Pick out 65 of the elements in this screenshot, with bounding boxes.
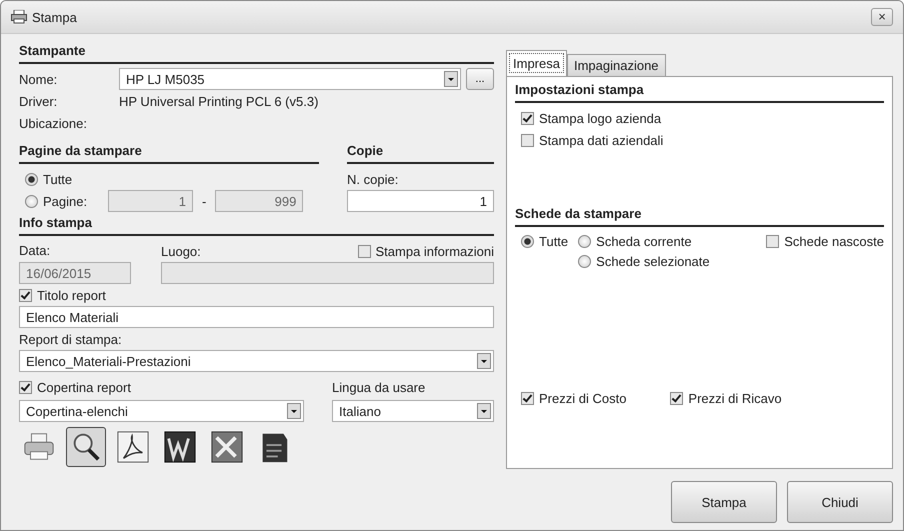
checkbox-label: Stampa dati aziendali xyxy=(539,132,664,148)
range-separator: - xyxy=(201,194,208,208)
radio-label: Pagine: xyxy=(43,194,88,208)
field-label: Data: xyxy=(19,242,52,260)
radio-button[interactable] xyxy=(25,194,38,208)
window-title: Stampa xyxy=(32,10,77,24)
checkbox[interactable] xyxy=(521,392,534,404)
section-heading: Impostazioni stampa xyxy=(515,79,884,103)
copies-field[interactable]: 1 xyxy=(347,190,494,212)
checkbox-label: Titolo report xyxy=(37,288,106,302)
tab[interactable]: Impresa xyxy=(506,50,567,76)
radio-label: Tutte xyxy=(43,172,72,186)
printer-icon xyxy=(11,10,27,24)
field-label: N. copie: xyxy=(347,172,398,186)
radio-button[interactable] xyxy=(578,234,592,248)
checkbox-label: Stampa logo azienda xyxy=(539,110,662,126)
dropdown-value: Copertina-elenchi xyxy=(26,404,129,418)
place-field[interactable] xyxy=(161,262,494,284)
tab[interactable]: Impaginazione xyxy=(566,54,666,76)
section-heading: Info stampa xyxy=(19,212,494,236)
browse-button[interactable]: ... xyxy=(466,68,494,90)
field-label: Ubicazione: xyxy=(19,116,87,130)
magnifier-icon[interactable] xyxy=(66,427,106,467)
radio-label: Tutte xyxy=(539,234,568,248)
dropdown-value: Italiano xyxy=(339,404,382,418)
page-to-field[interactable]: 999 xyxy=(215,190,304,212)
checkbox[interactable] xyxy=(521,134,534,146)
driver-value: HP Universal Printing PCL 6 (v5.3) xyxy=(119,94,318,108)
checkbox-label: Stampa informazioni xyxy=(376,244,494,258)
dialog-button[interactable]: Chiudi xyxy=(787,481,893,523)
dropdown-value: Elenco_Materiali-Prestazioni xyxy=(26,354,192,368)
printer-dropdown[interactable]: HP LJ M5035 xyxy=(119,68,461,90)
dialog-button[interactable]: Stampa xyxy=(671,481,777,523)
checkbox[interactable] xyxy=(766,234,780,248)
radio-label: Schede selezionate xyxy=(596,254,710,268)
field-label: Nome: xyxy=(19,72,58,86)
report-title-field[interactable]: Elenco Materiali xyxy=(19,306,494,328)
section-heading: Stampante xyxy=(19,40,494,64)
section-heading: Pagine da stampare xyxy=(19,140,319,164)
checkbox[interactable] xyxy=(670,392,684,404)
checkbox-label: Prezzi di Ricavo xyxy=(688,390,782,406)
radio-button[interactable] xyxy=(578,254,592,268)
close-button[interactable]: × xyxy=(871,8,893,26)
checkbox[interactable] xyxy=(358,244,370,258)
page-from-field[interactable]: 1 xyxy=(108,190,193,212)
checkbox-label: Copertina report xyxy=(37,380,131,394)
field-label: Luogo: xyxy=(161,244,201,258)
radio-button[interactable] xyxy=(521,234,534,248)
checkbox-label: Schede nascoste xyxy=(784,234,884,248)
report-dropdown[interactable]: Elenco_Materiali-Prestazioni xyxy=(19,350,494,372)
checkbox[interactable] xyxy=(521,112,534,124)
section-heading: Schede da stampare xyxy=(515,203,884,227)
checkbox[interactable] xyxy=(19,288,32,302)
field-label: Report di stampa: xyxy=(19,332,122,346)
section-heading: Copie xyxy=(347,140,494,164)
radio-button[interactable] xyxy=(25,172,38,186)
cover-dropdown[interactable]: Copertina-elenchi xyxy=(19,400,304,422)
checkbox-label: Prezzi di Costo xyxy=(539,390,626,406)
dropdown-value: HP LJ M5035 xyxy=(126,72,206,86)
field-label: Lingua da usare xyxy=(332,380,426,394)
date-field[interactable]: 16/06/2015 xyxy=(19,262,131,284)
field-label: Driver: xyxy=(19,94,58,108)
checkbox[interactable] xyxy=(19,380,32,394)
radio-label: Scheda corrente xyxy=(596,234,692,248)
language-dropdown[interactable]: Italiano xyxy=(332,400,494,422)
